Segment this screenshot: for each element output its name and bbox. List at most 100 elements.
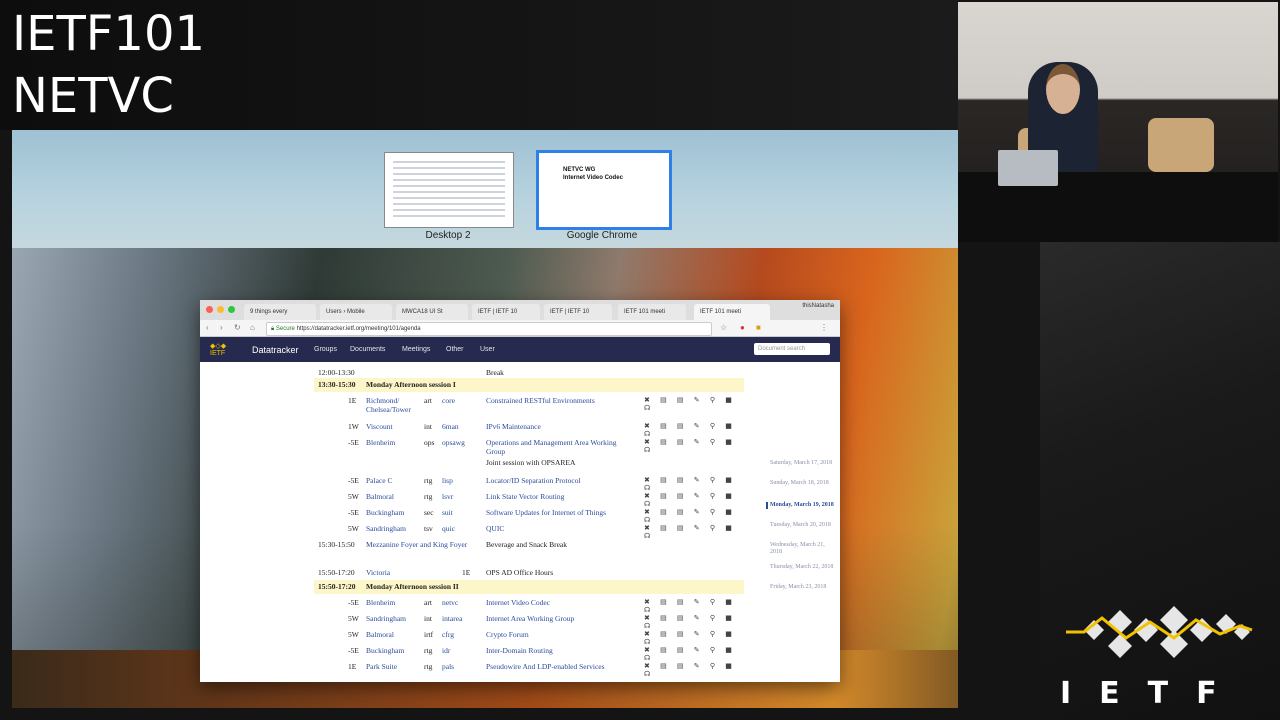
- row-title[interactable]: Internet Video Codec: [486, 598, 550, 607]
- session-icons[interactable]: ✖ ▤ ▤ ✎ ⚲ ■ ☊: [644, 662, 744, 678]
- row-note: Joint session with OPSAREA: [486, 458, 576, 467]
- agenda-row: -5E Buckingham rtg idr Inter-Domain Rout…: [314, 644, 744, 662]
- row-room[interactable]: Buckingham: [366, 646, 404, 655]
- address-bar[interactable]: 🔒︎ Secure https://datatracker.ietf.org/m…: [266, 322, 712, 336]
- extension-icon[interactable]: ●: [740, 323, 745, 332]
- row-group[interactable]: 6man: [442, 422, 459, 431]
- session-icons[interactable]: ✖ ▤ ▤ ✎ ⚲ ■ ☊: [644, 396, 744, 412]
- nav-groups[interactable]: Groups: [314, 346, 337, 353]
- agenda-row: 1W Viscount int 6man IPv6 Maintenance ✖ …: [314, 420, 744, 438]
- row-title[interactable]: Link State Vector Routing: [486, 492, 564, 501]
- row-group[interactable]: opsawg: [442, 438, 465, 447]
- day-link-current[interactable]: Monday, March 19, 2018: [766, 502, 834, 509]
- space-thumbnail-google-chrome[interactable]: NETVC WG Internet Video Codec: [536, 150, 672, 230]
- row-title[interactable]: QUIC: [486, 524, 504, 533]
- browser-tab[interactable]: IETF | IETF 10: [544, 304, 612, 320]
- row-area: ops: [424, 438, 435, 447]
- row-floor: -5E: [348, 438, 359, 447]
- row-room[interactable]: Buckingham: [366, 508, 404, 517]
- row-title[interactable]: Software Updates for Internet of Things: [486, 508, 606, 517]
- browser-tab[interactable]: 9 things every: [244, 304, 316, 320]
- extension-icon[interactable]: ■: [756, 323, 761, 332]
- day-link[interactable]: Saturday, March 17, 2018: [770, 460, 834, 467]
- nav-documents[interactable]: Documents: [350, 346, 385, 353]
- row-group[interactable]: cfrg: [442, 630, 454, 639]
- minimize-window-button[interactable]: [217, 306, 224, 313]
- row-floor: 5W: [348, 630, 359, 639]
- row-room[interactable]: Sandringham: [366, 524, 406, 533]
- close-window-button[interactable]: [206, 306, 213, 313]
- row-room[interactable]: Park Suite: [366, 662, 397, 671]
- row-group[interactable]: intarea: [442, 614, 462, 623]
- bookmark-star-icon[interactable]: ☆: [720, 323, 727, 332]
- row-group[interactable]: netvc: [442, 598, 458, 607]
- row-title[interactable]: Pseudowire And LDP-enabled Services: [486, 662, 605, 671]
- secure-label: Secure: [275, 326, 295, 332]
- row-room[interactable]: Viscount: [366, 422, 393, 431]
- row-floor: 5W: [348, 524, 359, 533]
- nav-user[interactable]: User: [480, 346, 495, 353]
- row-floor: -5E: [348, 476, 359, 485]
- day-link[interactable]: Friday, March 23, 2018: [770, 584, 834, 591]
- row-room[interactable]: Mezzanine Foyer and King Foyer: [366, 540, 476, 549]
- row-title[interactable]: Crypto Forum: [486, 630, 529, 639]
- browser-tab[interactable]: MWCA18 UI St: [396, 304, 468, 320]
- row-group[interactable]: pals: [442, 662, 454, 671]
- row-title[interactable]: Operations and Management Area Working G…: [486, 438, 626, 456]
- forward-icon[interactable]: ›: [220, 323, 223, 332]
- day-link[interactable]: Sunday, March 18, 2018: [770, 480, 834, 487]
- session-icons[interactable]: ✖ ▤ ▤ ✎ ⚲ ■ ☊: [644, 438, 744, 454]
- datatracker-brand[interactable]: Datatracker: [252, 345, 299, 355]
- browser-tab-active[interactable]: IETF 101 meeti: [694, 304, 770, 320]
- row-title[interactable]: Internet Area Working Group: [486, 614, 574, 623]
- row-room[interactable]: Balmoral: [366, 492, 394, 501]
- row-room[interactable]: Victoria: [366, 568, 390, 577]
- nav-meetings[interactable]: Meetings: [402, 346, 430, 353]
- profile-name[interactable]: thisNatasha: [802, 303, 834, 309]
- speaker-video: [958, 2, 1278, 242]
- row-room[interactable]: Blenheim: [366, 598, 395, 607]
- space-label-desktop-2: Desktop 2: [425, 230, 471, 241]
- nav-other[interactable]: Other: [446, 346, 464, 353]
- home-icon[interactable]: ⌂: [250, 323, 255, 332]
- menu-icon[interactable]: ⋮: [820, 323, 828, 332]
- row-group[interactable]: quic: [442, 524, 455, 533]
- row-floor: -5E: [348, 508, 359, 517]
- document-search-input[interactable]: Document search: [754, 343, 830, 355]
- back-icon[interactable]: ‹: [206, 323, 209, 332]
- day-link[interactable]: Thursday, March 22, 2018: [770, 564, 834, 571]
- agenda-row: 5W Sandringham int intarea Internet Area…: [314, 612, 744, 630]
- row-room[interactable]: Palace C: [366, 476, 392, 485]
- day-link[interactable]: Wednesday, March 21, 2018: [770, 542, 834, 556]
- browser-tab[interactable]: Users › Mobile: [320, 304, 392, 320]
- agenda-row: -5E Buckingham sec suit Software Updates…: [314, 506, 744, 524]
- day-link[interactable]: Tuesday, March 20, 2018: [770, 522, 834, 529]
- browser-tab[interactable]: IETF | IETF 10: [472, 304, 540, 320]
- row-group[interactable]: lisp: [442, 476, 453, 485]
- browser-tab[interactable]: IETF 101 meeti: [618, 304, 686, 320]
- row-title: OPS AD Office Hours: [486, 568, 554, 577]
- row-title[interactable]: Inter-Domain Routing: [486, 646, 553, 655]
- row-title[interactable]: Constrained RESTful Environments: [486, 396, 595, 405]
- tab-bar: 9 things every Users › Mobile MWCA18 UI …: [200, 300, 840, 320]
- row-room[interactable]: Sandringham: [366, 614, 406, 623]
- row-group[interactable]: lsvr: [442, 492, 453, 501]
- reload-icon[interactable]: ↻: [234, 323, 241, 332]
- row-group[interactable]: idr: [442, 646, 450, 655]
- row-floor: 5W: [348, 492, 359, 501]
- row-room[interactable]: Richmond/ Chelsea/Tower: [366, 396, 426, 414]
- row-title[interactable]: IPv6 Maintenance: [486, 422, 541, 431]
- row-room[interactable]: Balmoral: [366, 630, 394, 639]
- row-group[interactable]: suit: [442, 508, 453, 517]
- row-title: Monday Afternoon session I: [366, 380, 456, 389]
- agenda-row: 5W Balmoral rtg lsvr Link State Vector R…: [314, 490, 744, 508]
- zoom-window-button[interactable]: [228, 306, 235, 313]
- row-room[interactable]: Blenheim: [366, 438, 395, 447]
- row-area: rtg: [424, 646, 433, 655]
- thumbnail-slide: NETVC WG Internet Video Codec: [549, 159, 659, 223]
- row-title[interactable]: Locator/ID Separation Protocol: [486, 476, 581, 485]
- row-group[interactable]: core: [442, 396, 455, 405]
- ietf-logo-icon[interactable]: ◆◇◆ IETF: [210, 343, 226, 357]
- agenda-row: 5W Balmoral irtf cfrg Crypto Forum ✖ ▤ ▤…: [314, 628, 744, 646]
- space-thumbnail-desktop-2[interactable]: [384, 152, 514, 228]
